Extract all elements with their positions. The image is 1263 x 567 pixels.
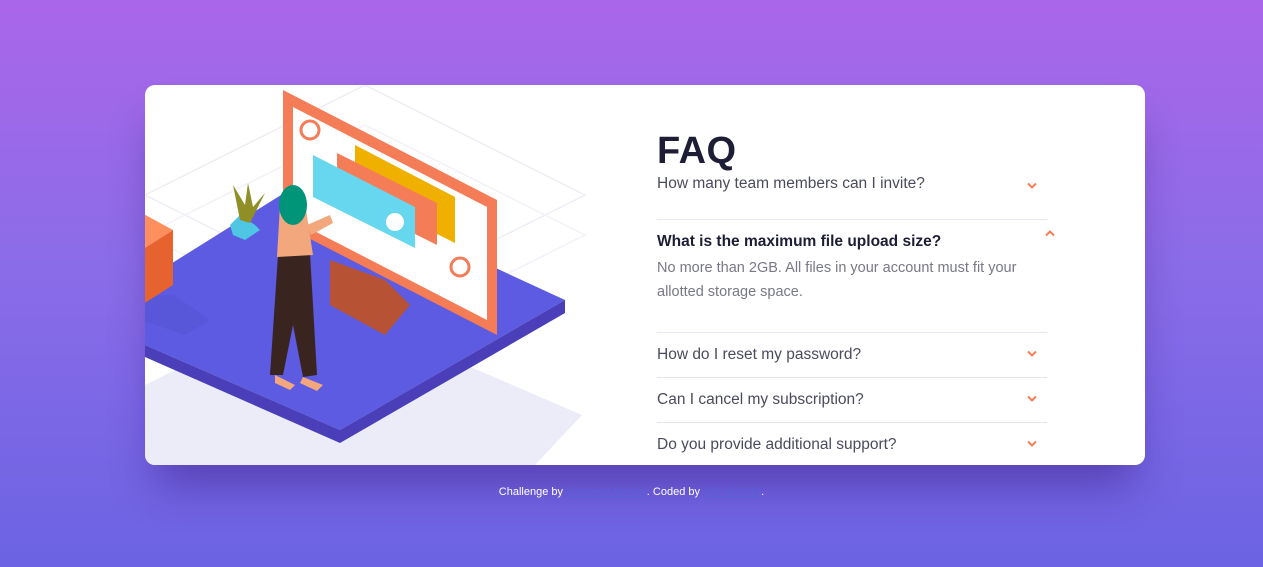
attribution-suffix: . bbox=[761, 486, 765, 498]
faq-answer: No more than 2GB. All files in your acco… bbox=[657, 260, 1017, 300]
frontend-mentor-link[interactable]: Frontend Mentor bbox=[566, 486, 647, 498]
attribution-middle: . Coded by bbox=[646, 486, 704, 498]
faq-question-row[interactable]: Do you provide additional support? bbox=[657, 423, 1047, 465]
attribution-prefix: Challenge by bbox=[498, 486, 567, 498]
chevron-up-icon[interactable] bbox=[1045, 228, 1055, 238]
faq-item[interactable]: How many team members can I invite? bbox=[657, 175, 1047, 220]
author-link[interactable]: Gift Richard bbox=[703, 486, 761, 498]
faq-question[interactable]: Do you provide additional support? bbox=[657, 436, 897, 454]
page-title: FAQ bbox=[657, 130, 737, 172]
faq-question[interactable]: How do I reset my password? bbox=[657, 346, 861, 364]
faq-item[interactable]: Do you provide additional support? bbox=[657, 423, 1047, 465]
faq-question-row[interactable]: Can I cancel my subscription? bbox=[657, 378, 1047, 422]
faq-question[interactable]: How many team members can I invite? bbox=[657, 175, 925, 193]
faq-question-row[interactable]: What is the maximum file upload size? bbox=[657, 220, 1055, 264]
faq-card: @ FAQ How many team members can I invite… bbox=[145, 85, 1145, 465]
faq-item[interactable]: Can I cancel my subscription? bbox=[657, 378, 1047, 423]
attribution-footer: Challenge by Frontend Mentor. Coded by G… bbox=[0, 486, 1263, 498]
faq-question-row[interactable]: How many team members can I invite? bbox=[657, 175, 1047, 199]
chevron-down-icon[interactable] bbox=[1027, 394, 1037, 404]
chevron-down-icon[interactable] bbox=[1027, 349, 1037, 359]
chevron-down-icon[interactable] bbox=[1027, 181, 1037, 191]
faq-question[interactable]: Can I cancel my subscription? bbox=[657, 391, 864, 409]
chevron-down-icon[interactable] bbox=[1027, 439, 1037, 449]
faq-question[interactable]: What is the maximum file upload size? bbox=[657, 233, 941, 251]
faq-section: FAQ How many team members can I invite? … bbox=[657, 127, 1055, 465]
faq-question-row[interactable]: How do I reset my password? bbox=[657, 333, 1047, 377]
faq-item[interactable]: How do I reset my password? bbox=[657, 333, 1047, 378]
faq-item-open[interactable]: What is the maximum file upload size? No… bbox=[657, 220, 1055, 333]
